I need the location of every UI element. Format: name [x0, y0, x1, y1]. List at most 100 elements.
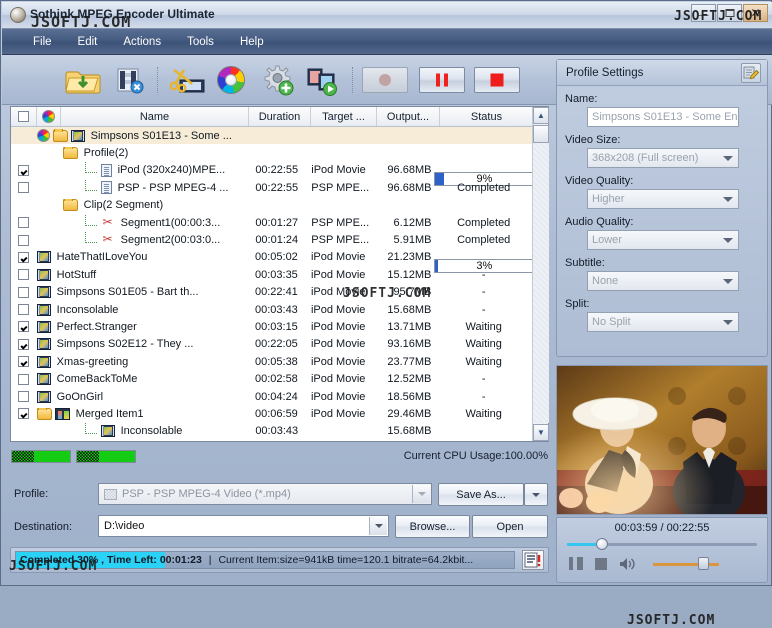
profile-field-combo[interactable]: No Split — [587, 312, 739, 332]
row-checkbox-cell[interactable] — [11, 374, 37, 385]
profile-field-combo[interactable]: None — [587, 271, 739, 291]
chevron-down-icon[interactable] — [723, 320, 733, 325]
player-stop-button[interactable] — [595, 558, 607, 570]
destination-dropdown-button[interactable] — [369, 517, 387, 535]
column-header-target[interactable]: Target ... — [311, 107, 377, 126]
row-checkbox[interactable] — [18, 374, 29, 385]
row-checkbox-cell[interactable] — [11, 408, 37, 419]
menu-help[interactable]: Help — [227, 33, 277, 51]
chevron-down-icon[interactable] — [723, 279, 733, 284]
row-checkbox-cell[interactable] — [11, 165, 37, 176]
profile-field-combo[interactable]: Higher — [587, 189, 739, 209]
seek-slider[interactable] — [567, 539, 757, 549]
row-checkbox[interactable] — [18, 269, 29, 280]
profile-field-input[interactable]: Simpsons S01E13 - Some Ench — [587, 107, 739, 127]
row-checkbox[interactable] — [18, 321, 29, 332]
profile-field-combo[interactable]: 368x208 (Full screen) — [587, 148, 739, 168]
table-row[interactable]: HateThatILoveYou00:05:02iPod Movie21.23M… — [11, 249, 533, 266]
row-checkbox[interactable] — [18, 287, 29, 298]
scroll-track[interactable] — [533, 125, 549, 423]
list-scrollbar[interactable]: ▲ ▼ — [532, 107, 548, 441]
table-row[interactable]: Profile(2) — [11, 144, 533, 161]
column-header-checkbox[interactable] — [11, 107, 37, 126]
column-header-status[interactable]: Status — [440, 107, 533, 126]
player-pause-button[interactable] — [569, 557, 583, 570]
file-list-rows[interactable]: Simpsons S01E13 - Some ...Profile(2)iPod… — [11, 127, 533, 441]
row-checkbox-cell[interactable] — [11, 391, 37, 402]
row-checkbox[interactable] — [18, 304, 29, 315]
merge-icon[interactable] — [303, 62, 341, 98]
effect-icon[interactable] — [213, 62, 251, 98]
file-list[interactable]: Name Duration Target ... Output... Statu… — [10, 106, 549, 442]
volume-icon[interactable] — [619, 557, 637, 570]
close-button[interactable]: ✕ — [743, 4, 768, 22]
add-folder-icon[interactable] — [64, 62, 102, 98]
table-row[interactable]: Inconsolable00:03:4315.68MB — [11, 423, 533, 440]
table-row[interactable]: ComeBackToMe00:02:58iPod Movie12.52MB- — [11, 370, 533, 387]
row-checkbox[interactable] — [18, 165, 29, 176]
profile-field-combo[interactable]: Lower — [587, 230, 739, 250]
select-all-checkbox[interactable] — [18, 111, 29, 122]
pause-button[interactable] — [419, 67, 465, 93]
table-row[interactable]: ✂Segment2(00:03:0...00:01:24PSP MPE...5.… — [11, 231, 533, 248]
table-row[interactable]: iPod (320x240)MPE...00:22:55iPod Movie96… — [11, 162, 533, 179]
clip-icon[interactable] — [168, 62, 206, 98]
stop-button[interactable] — [474, 67, 520, 93]
row-checkbox[interactable] — [18, 252, 29, 263]
volume-slider[interactable] — [653, 559, 719, 569]
table-row[interactable]: PSP - PSP MPEG-4 ...00:22:55PSP MPE...96… — [11, 179, 533, 196]
table-row[interactable]: Simpsons S01E05 - Bart th...00:22:41iPod… — [11, 284, 533, 301]
seek-knob[interactable] — [596, 538, 608, 550]
maximize-button[interactable] — [717, 4, 742, 22]
table-row[interactable]: Perfect.Stranger00:03:1513.71MB — [11, 440, 533, 441]
table-row[interactable]: Xmas-greeting00:05:38iPod Movie23.77MBWa… — [11, 353, 533, 370]
profile-combo[interactable]: PSP - PSP MPEG-4 Video (*.mp4) — [98, 483, 432, 505]
minimize-button[interactable]: — — [691, 4, 716, 22]
open-button[interactable]: Open — [472, 515, 548, 538]
video-preview[interactable] — [556, 365, 768, 515]
row-checkbox-cell[interactable] — [11, 356, 37, 367]
table-row[interactable]: Merged Item100:06:59iPod Movie29.46MBWai… — [11, 405, 533, 422]
volume-track[interactable] — [653, 563, 719, 566]
table-row[interactable]: Simpsons S01E13 - Some ... — [11, 127, 533, 144]
remove-file-icon[interactable] — [110, 62, 148, 98]
log-icon[interactable] — [522, 550, 544, 570]
edit-profile-icon[interactable] — [741, 63, 761, 83]
menu-actions[interactable]: Actions — [110, 33, 174, 51]
column-header-color[interactable] — [37, 107, 61, 126]
chevron-down-icon[interactable] — [723, 156, 733, 161]
row-checkbox[interactable] — [18, 391, 29, 402]
row-checkbox-cell[interactable] — [11, 252, 37, 263]
row-checkbox[interactable] — [18, 182, 29, 193]
row-checkbox[interactable] — [18, 356, 29, 367]
table-row[interactable]: ✂Segment1(00:00:3...00:01:27PSP MPE...6.… — [11, 214, 533, 231]
row-checkbox-cell[interactable] — [11, 339, 37, 350]
row-checkbox[interactable] — [18, 235, 29, 246]
row-checkbox-cell[interactable] — [11, 182, 37, 193]
row-checkbox-cell[interactable] — [11, 269, 37, 280]
menu-edit[interactable]: Edit — [65, 33, 111, 51]
scroll-down-button[interactable]: ▼ — [533, 424, 549, 441]
volume-knob[interactable] — [698, 557, 709, 570]
browse-button[interactable]: Browse... — [395, 515, 470, 538]
chevron-down-icon[interactable] — [723, 238, 733, 243]
table-row[interactable]: Inconsolable00:03:43iPod Movie15.68MB- — [11, 301, 533, 318]
menu-file[interactable]: File — [20, 33, 65, 51]
row-checkbox-cell[interactable] — [11, 304, 37, 315]
record-button[interactable] — [362, 67, 408, 93]
column-header-duration[interactable]: Duration — [249, 107, 311, 126]
scroll-thumb[interactable] — [533, 125, 549, 143]
table-row[interactable]: Perfect.Stranger00:03:15iPod Movie13.71M… — [11, 318, 533, 335]
scroll-up-button[interactable]: ▲ — [533, 107, 549, 124]
save-as-button[interactable]: Save As... — [438, 483, 524, 506]
destination-combo[interactable]: D:\video — [98, 515, 389, 537]
row-checkbox[interactable] — [18, 339, 29, 350]
row-checkbox[interactable] — [18, 217, 29, 228]
settings-add-icon[interactable] — [258, 62, 296, 98]
row-checkbox[interactable] — [18, 408, 29, 419]
save-as-dropdown-button[interactable] — [524, 483, 548, 506]
table-row[interactable]: Clip(2 Segment) — [11, 197, 533, 214]
table-row[interactable]: Simpsons S02E12 - They ...00:22:05iPod M… — [11, 336, 533, 353]
row-checkbox-cell[interactable] — [11, 217, 37, 228]
profile-dropdown-button[interactable] — [412, 485, 430, 503]
